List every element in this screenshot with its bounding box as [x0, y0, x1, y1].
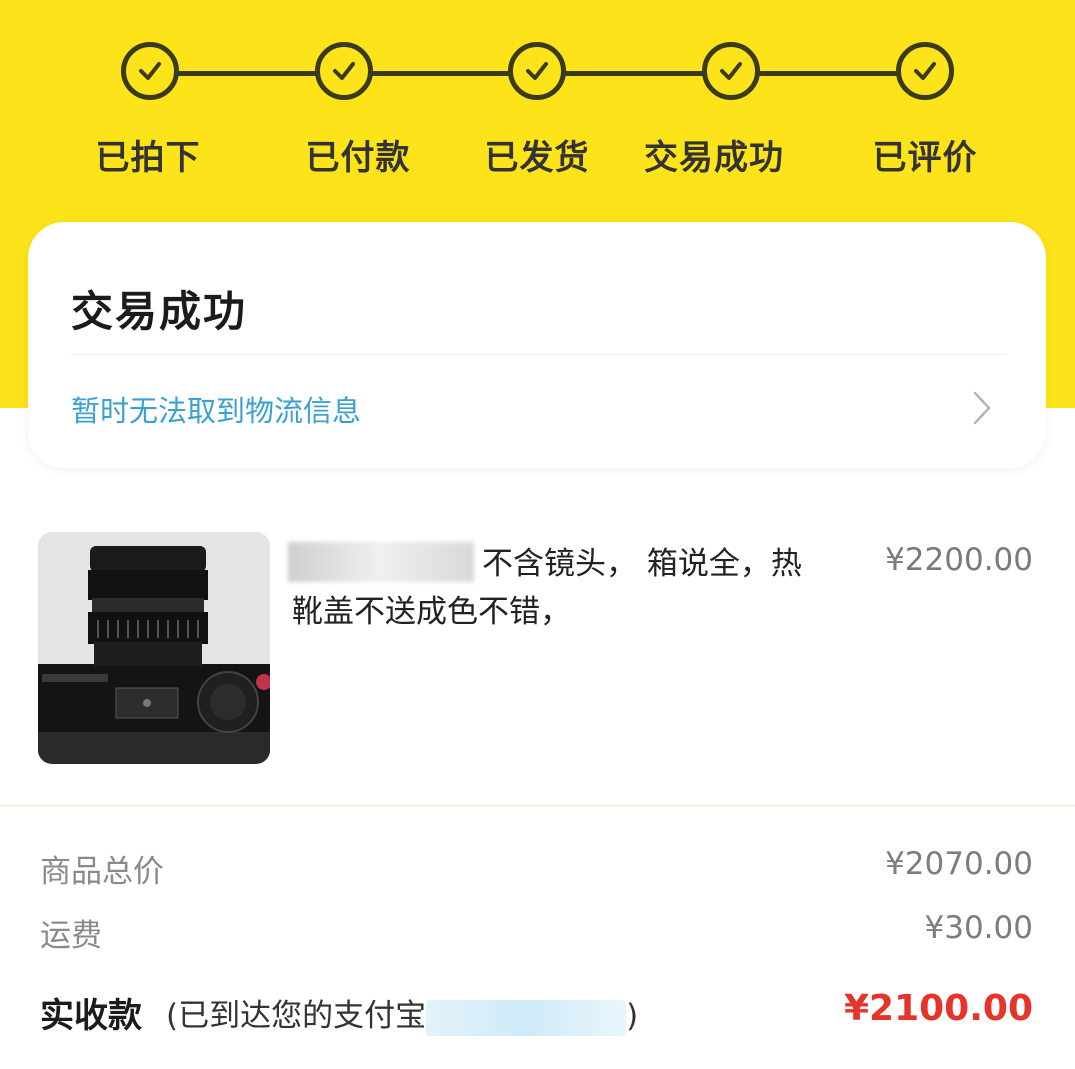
status-divider — [71, 354, 1006, 355]
received-note: (已到达您的支付宝) — [166, 990, 638, 1036]
received-value: ¥2100.00 — [843, 988, 1033, 1029]
product-price: ¥2200.00 — [885, 542, 1033, 578]
product-thumbnail[interactable] — [38, 532, 270, 764]
goods-total-label: 商品总价 — [40, 854, 164, 890]
redacted-account-mask — [426, 999, 627, 1036]
step-label-shipped: 已发货 — [484, 138, 590, 178]
received-note-suffix: ) — [626, 998, 639, 1034]
logistics-info-link[interactable]: 暂时无法取到物流信息 — [71, 382, 1006, 436]
shipping-row: 运费 ¥30.00 — [40, 910, 1033, 956]
product-title: 不含镜头， 箱说全，热靴盖不送成色不错， — [292, 546, 802, 630]
step-1-check-icon — [121, 42, 179, 100]
order-status-title: 交易成功 — [71, 287, 248, 336]
step-label-paid: 已付款 — [305, 138, 411, 178]
step-5-check-icon — [896, 42, 954, 100]
step-label-ordered: 已拍下 — [95, 138, 201, 178]
shipping-value: ¥30.00 — [924, 910, 1033, 946]
product-item[interactable]: 不含镜头， 箱说全，热靴盖不送成色不错， ¥2200.00 — [0, 530, 1075, 770]
goods-total-row: 商品总价 ¥2070.00 — [40, 846, 1033, 892]
camera-photo-icon — [38, 532, 270, 764]
received-note-prefix: (已到达您的支付宝 — [166, 998, 427, 1034]
step-label-reviewed: 已评价 — [872, 138, 978, 178]
step-4-check-icon — [702, 42, 760, 100]
order-status-card: 交易成功 暂时无法取到物流信息 — [28, 222, 1046, 468]
step-2-check-icon — [315, 42, 373, 100]
step-3-check-icon — [508, 42, 566, 100]
step-label-completed: 交易成功 — [644, 138, 784, 178]
received-label: 实收款 — [40, 996, 142, 1036]
section-divider — [0, 804, 1075, 807]
goods-total-value: ¥2070.00 — [885, 846, 1033, 882]
logistics-text: 暂时无法取到物流信息 — [71, 394, 362, 428]
chevron-right-icon — [972, 390, 992, 430]
shipping-label: 运费 — [40, 918, 102, 954]
received-amount-row: 实收款 (已到达您的支付宝) ¥2100.00 — [40, 988, 1033, 1044]
